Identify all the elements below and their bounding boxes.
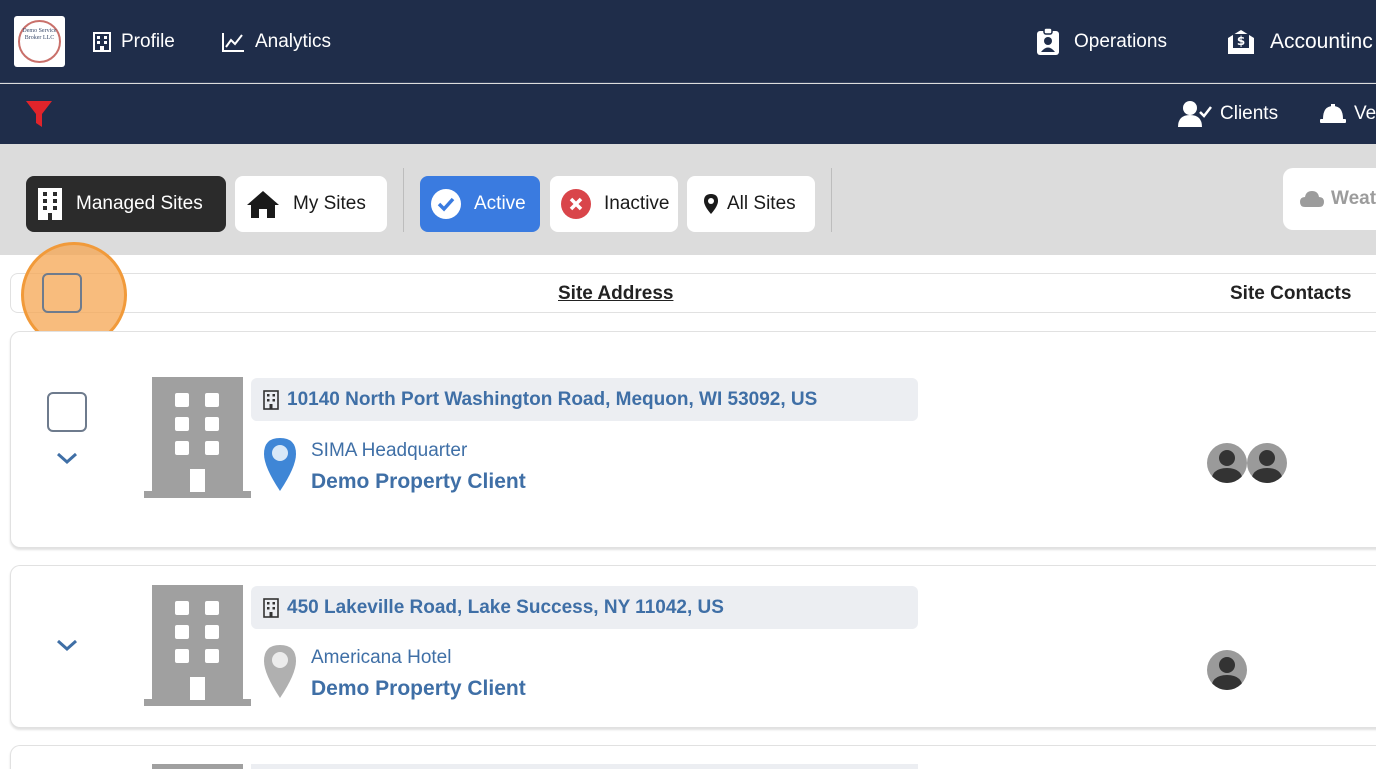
site-address-link[interactable]: 10140 North Port Washington Road, Mequon…	[251, 378, 918, 421]
line-chart-icon	[222, 32, 244, 52]
cloud-icon	[1300, 191, 1324, 207]
weather-label: Weat	[1331, 188, 1376, 209]
my-sites-label: My Sites	[293, 193, 366, 214]
nav-profile-label: Profile	[121, 30, 175, 52]
site-address-text: 10140 North Port Washington Road, Mequon…	[287, 388, 818, 410]
nav-operations[interactable]: Operations	[1036, 0, 1167, 83]
nav-accounting[interactable]: $ Accountinc	[1226, 0, 1373, 83]
filter-button[interactable]	[25, 84, 61, 144]
building-icon	[152, 764, 243, 769]
table-header	[10, 273, 1376, 313]
filter-bar	[0, 84, 1376, 144]
client-name-link[interactable]: Demo Property Client	[311, 470, 526, 494]
subnav-clients[interactable]: Clients	[1178, 84, 1278, 144]
inactive-filter-label: Inactive	[604, 193, 670, 214]
top-navbar	[0, 0, 1376, 83]
all-sites-label: All Sites	[727, 193, 796, 214]
row-checkbox[interactable]	[47, 392, 87, 432]
subnav-vendors-label: Ve	[1354, 103, 1376, 124]
active-filter-label: Active	[474, 193, 526, 214]
svg-text:$: $	[1237, 34, 1245, 48]
site-address-header[interactable]: Site Address	[558, 283, 673, 305]
building-small-icon	[263, 389, 279, 410]
chevron-down-icon[interactable]	[56, 637, 78, 653]
money-envelope-icon: $	[1228, 29, 1254, 54]
map-pin-icon	[704, 194, 718, 214]
contact-avatar[interactable]	[1207, 443, 1247, 483]
user-silhouette-icon	[1251, 450, 1283, 483]
site-name-link[interactable]: SIMA Headquarter	[311, 440, 467, 462]
nav-operations-label: Operations	[1074, 30, 1167, 52]
nav-analytics[interactable]: Analytics	[222, 0, 331, 83]
nav-analytics-label: Analytics	[255, 30, 332, 52]
clipboard-user-icon	[1037, 27, 1059, 55]
chevron-down-icon[interactable]	[56, 450, 78, 466]
site-address-link[interactable]	[251, 764, 918, 769]
building-icon	[144, 585, 251, 706]
user-silhouette-icon	[1211, 657, 1243, 690]
map-pin-icon	[264, 645, 296, 698]
user-check-icon	[1178, 101, 1212, 127]
x-circle-icon	[561, 189, 591, 219]
contact-avatar[interactable]	[1207, 650, 1247, 690]
map-pin-icon	[264, 438, 296, 491]
filter-icon	[26, 101, 52, 127]
site-name-link[interactable]: Americana Hotel	[311, 647, 451, 669]
site-contacts-header: Site Contacts	[1230, 283, 1352, 304]
user-silhouette-icon	[1211, 450, 1243, 483]
hardhat-icon	[1320, 104, 1346, 123]
subnav-vendors[interactable]: Ve	[1320, 84, 1376, 144]
site-address-text: 450 Lakeville Road, Lake Success, NY 110…	[287, 596, 724, 618]
contact-avatar[interactable]	[1247, 443, 1287, 483]
check-circle-icon	[431, 189, 461, 219]
building-icon	[93, 31, 111, 52]
nav-accounting-label: Accountinc	[1270, 29, 1373, 53]
toolbar-divider	[831, 168, 832, 232]
logo-text: Demo Service Broker LLC	[22, 28, 57, 41]
client-name-link[interactable]: Demo Property Client	[311, 677, 526, 701]
managed-sites-button[interactable]: Managed Sites	[26, 176, 226, 232]
active-filter-button[interactable]: Active	[420, 176, 540, 232]
nav-profile[interactable]: Profile	[93, 0, 175, 83]
managed-sites-label: Managed Sites	[76, 193, 203, 214]
building-small-icon	[263, 597, 279, 618]
weather-button[interactable]: Weat	[1283, 168, 1376, 230]
select-all-checkbox[interactable]	[42, 273, 82, 313]
my-sites-button[interactable]: My Sites	[235, 176, 387, 232]
subnav-clients-label: Clients	[1220, 103, 1279, 124]
company-logo[interactable]: Demo Service Broker LLC	[14, 16, 65, 67]
home-icon	[247, 191, 279, 218]
toolbar-divider	[403, 168, 404, 232]
inactive-filter-button[interactable]: Inactive	[550, 176, 678, 232]
all-sites-button[interactable]: All Sites	[687, 176, 815, 232]
building-icon	[144, 377, 251, 498]
building-icon	[38, 188, 62, 220]
site-address-link[interactable]: 450 Lakeville Road, Lake Success, NY 110…	[251, 586, 918, 629]
